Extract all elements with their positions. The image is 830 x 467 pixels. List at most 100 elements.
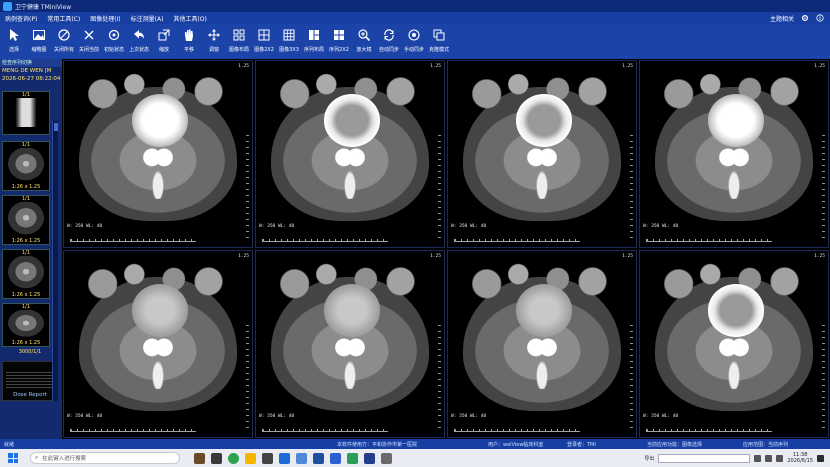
scale-ruler <box>262 239 388 242</box>
taskbar-search[interactable]: ⌕ 在此键入进行搜索 <box>30 452 180 464</box>
thumbnail-scale: 1:26 x 1.25 <box>11 238 41 244</box>
theme-menu[interactable]: 主题相关 <box>770 14 794 23</box>
select-tool-button[interactable]: 选择 <box>2 24 26 53</box>
thumbnail-number: 1/1 <box>21 142 31 148</box>
menu-case-query[interactable]: 病例查询(P) <box>0 14 42 23</box>
tool-label: 图像布局 <box>228 47 249 53</box>
image-pane[interactable]: W: 350 WL: 40 1.25 <box>255 250 445 438</box>
file-explorer-icon[interactable] <box>245 452 256 464</box>
series-thumbnail[interactable]: 1/1 1:26 x 1.25 <box>2 249 50 299</box>
info-icon[interactable] <box>816 14 824 22</box>
app-icon[interactable] <box>279 452 290 464</box>
window-level-button[interactable]: 调窗 <box>202 24 226 53</box>
series-2x2-button[interactable]: 序列2X2 <box>327 24 351 53</box>
pane-zoom-text: 1.25 <box>430 254 441 259</box>
ban-icon <box>58 29 70 41</box>
close-all-button[interactable]: 关闭所有 <box>52 24 76 53</box>
thumbnail-number: 1/1 <box>21 92 31 98</box>
initial-state-button[interactable]: 初始状态 <box>102 24 126 53</box>
vertical-ruler <box>630 135 633 239</box>
notification-icon[interactable] <box>817 454 824 462</box>
image-pane[interactable]: W: 350 WL: 40 1.25 <box>63 250 253 438</box>
image-2x2-button[interactable]: 图像2X2 <box>252 24 276 53</box>
tool-label: 放大镜 <box>356 47 372 53</box>
hand-icon <box>185 29 193 41</box>
pane-info-text: W: 350 WL: 40 <box>451 224 487 229</box>
series-panel: 检查序列切换 MENG DE WEN [M 2026-06-27 08:22:0… <box>0 59 62 439</box>
mail-icon[interactable] <box>262 452 273 464</box>
app-icon[interactable] <box>313 452 324 464</box>
thumbnail-tool-button[interactable]: 缩略图 <box>27 24 51 53</box>
thumbnail-scale: 1:26 x 1.25 <box>11 340 41 346</box>
pane-info-text: W: 350 WL: 40 <box>643 414 679 419</box>
clock[interactable]: 11:38 2026/6/15 <box>787 452 813 464</box>
pane-zoom-text: 1.25 <box>814 254 825 259</box>
tminiview-taskbar-icon[interactable] <box>364 452 375 464</box>
vertebra <box>334 336 366 389</box>
pane-zoom-text: 1.25 <box>430 64 441 69</box>
app-icon[interactable] <box>296 452 307 464</box>
gear-icon[interactable] <box>801 14 809 22</box>
scale-ruler <box>70 239 196 242</box>
tool-label: 缩放 <box>158 47 169 53</box>
manual-sync-button[interactable]: 手动同步 <box>402 24 426 53</box>
pan-tool-button[interactable]: 平移 <box>177 24 201 53</box>
export-input[interactable] <box>658 453 751 463</box>
series-id: 3000/1/1 <box>18 349 42 355</box>
battery-icon[interactable] <box>776 454 784 462</box>
magnifier-button[interactable]: 放大镜 <box>352 24 376 53</box>
scrollbar-thumb[interactable] <box>54 123 58 131</box>
clone-mode-button[interactable]: 克隆模式 <box>427 24 451 53</box>
series-thumbnail[interactable]: 1/1 <box>2 91 50 135</box>
search-placeholder: 在此键入进行搜索 <box>42 456 87 462</box>
status-login: 登录者：TMI <box>567 441 596 448</box>
menu-other-tools[interactable]: 其他工具(O) <box>168 14 211 23</box>
widget-icon[interactable] <box>194 452 205 464</box>
status-user: 用户：weiView临床科室 <box>488 441 544 448</box>
app-icon[interactable] <box>330 452 341 464</box>
target-icon <box>408 29 420 41</box>
series-thumbnail[interactable]: 1/1 1:26 x 1.25 <box>2 303 50 347</box>
image-pane[interactable]: W: 350 WL: 40 1.25 <box>639 60 829 248</box>
image-icon <box>33 30 45 40</box>
status-scope: 应用范围：当前序列 <box>743 441 789 448</box>
image-layout-button[interactable]: 图像布局 <box>227 24 251 53</box>
scale-ruler <box>646 239 772 242</box>
menu-common-tools[interactable]: 常用工具(C) <box>42 14 85 23</box>
auto-sync-button[interactable]: 自动同步 <box>377 24 401 53</box>
series-layout-icon <box>309 30 319 40</box>
network-icon[interactable] <box>754 454 762 462</box>
series-thumbnail[interactable]: 1/1 1:26 x 1.25 <box>2 141 50 191</box>
close-current-button[interactable]: 关闭当前 <box>77 24 101 53</box>
clone-icon <box>433 29 445 41</box>
image-pane[interactable]: W: 350 WL: 40 1.25 <box>639 250 829 438</box>
enhancing-lesion <box>515 284 573 337</box>
last-state-button[interactable]: 上次状态 <box>127 24 151 53</box>
app-icon[interactable] <box>381 452 392 464</box>
app-icon[interactable] <box>347 452 358 464</box>
vertebra <box>142 146 174 199</box>
menu-annotation[interactable]: 标注测量(A) <box>126 14 169 23</box>
image-pane[interactable]: W: 350 WL: 40 1.25 <box>255 60 445 248</box>
image-3x3-button[interactable]: 图像3X3 <box>277 24 301 53</box>
axial-image <box>5 310 47 339</box>
series-scrollbar[interactable] <box>52 121 58 401</box>
windows-start-icon[interactable] <box>8 453 18 463</box>
tool-label: 克隆模式 <box>428 47 449 53</box>
series-thumbnail[interactable]: 1/1 1:26 x 1.25 <box>2 195 50 245</box>
tool-label: 图像2X2 <box>254 47 274 53</box>
volume-icon[interactable] <box>765 454 773 462</box>
edge-icon[interactable] <box>228 452 239 464</box>
pane-info-text: W: 350 WL: 40 <box>67 224 103 229</box>
series-2x2-icon <box>334 30 344 40</box>
zoom-tool-button[interactable]: 缩放 <box>152 24 176 53</box>
image-pane[interactable]: W: 350 WL: 40 1.25 <box>447 60 637 248</box>
menu-image-processing[interactable]: 图像处理(I) <box>85 14 125 23</box>
series-layout-button[interactable]: 序列布局 <box>302 24 326 53</box>
task-view-icon[interactable] <box>211 452 222 464</box>
dose-report-thumbnail[interactable]: Dose Report <box>2 361 58 401</box>
image-pane[interactable]: W: 350 WL: 40 1.25 <box>63 60 253 248</box>
window-title: 卫宁健康 TMiniView <box>15 3 72 11</box>
undo-icon <box>134 30 144 39</box>
image-pane[interactable]: W: 350 WL: 40 1.25 <box>447 250 637 438</box>
